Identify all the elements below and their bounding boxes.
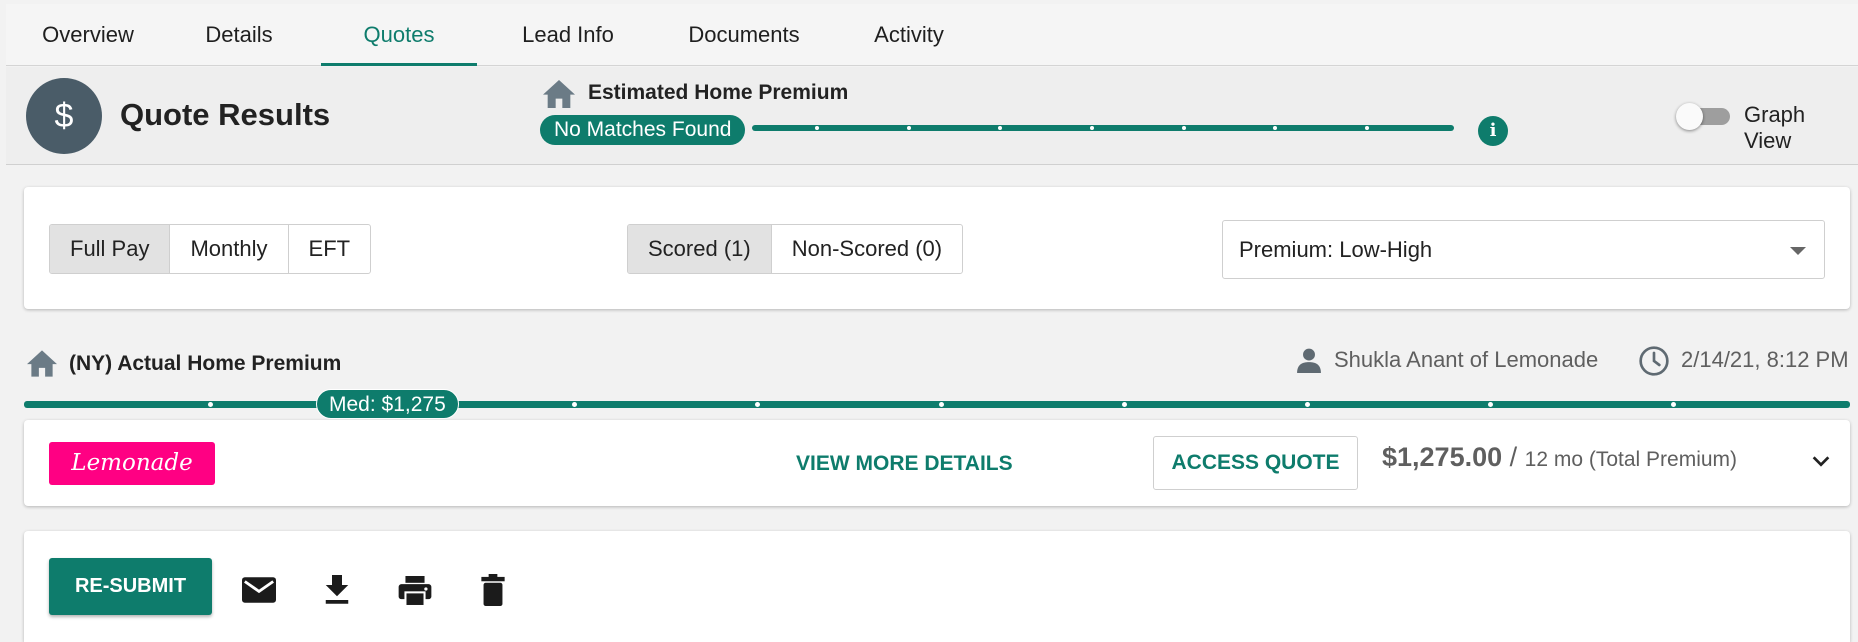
quote-results-header: $ Quote Results Estimated Home Premium N…	[6, 67, 1858, 165]
track-tick	[1182, 126, 1186, 130]
resubmit-button[interactable]: RE-SUBMIT	[49, 558, 212, 615]
track-tick	[572, 402, 577, 407]
lemonade-logo: Lemonade	[49, 442, 215, 485]
track-tick	[907, 126, 911, 130]
graph-view-toggle[interactable]	[1676, 103, 1734, 130]
estimated-premium-track	[752, 125, 1454, 131]
sort-select-value: Premium: Low-High	[1239, 237, 1433, 262]
chevron-down-icon[interactable]	[1810, 450, 1832, 472]
track-tick	[815, 126, 819, 130]
toggle-knob	[1676, 103, 1703, 130]
person-icon	[1297, 348, 1321, 373]
quote-timestamp: 2/14/21, 8:12 PM	[1681, 347, 1849, 372]
tab-activity[interactable]: Activity	[836, 4, 982, 66]
email-icon[interactable]	[242, 577, 276, 603]
median-premium-pill: Med: $1,275	[316, 389, 459, 419]
non-scored-button[interactable]: Non-Scored (0)	[772, 225, 962, 273]
access-quote-button[interactable]: ACCESS QUOTE	[1153, 436, 1358, 490]
premium-term: 12 mo (Total Premium)	[1524, 448, 1738, 471]
delete-icon[interactable]	[481, 574, 505, 606]
tab-overview[interactable]: Overview	[14, 4, 162, 66]
track-tick	[755, 402, 760, 407]
track-tick	[1365, 126, 1369, 130]
sort-select[interactable]: Premium: Low-High	[1222, 220, 1825, 279]
monthly-button[interactable]: Monthly	[170, 225, 289, 273]
home-icon	[543, 80, 575, 108]
actual-premium-track	[24, 401, 1850, 408]
tab-details[interactable]: Details	[168, 4, 310, 66]
track-tick	[998, 126, 1002, 130]
view-more-details-link[interactable]: VIEW MORE DETAILS	[796, 452, 1013, 476]
tab-lead-info[interactable]: Lead Info	[490, 4, 646, 66]
tab-documents[interactable]: Documents	[664, 4, 824, 66]
track-tick	[1273, 126, 1277, 130]
dropdown-caret-icon	[1790, 247, 1806, 255]
graph-view-label: Graph View	[1744, 102, 1806, 153]
track-tick	[1122, 402, 1127, 407]
download-icon[interactable]	[324, 575, 350, 605]
no-matches-pill: No Matches Found	[540, 115, 746, 145]
quote-card: Lemonade VIEW MORE DETAILS ACCESS QUOTE …	[24, 420, 1850, 506]
track-tick	[1090, 126, 1094, 130]
print-icon[interactable]	[398, 576, 432, 606]
home-icon	[27, 350, 57, 377]
track-tick	[208, 402, 213, 407]
price-separator: /	[1502, 442, 1525, 472]
agent-name: Shukla Anant of Lemonade	[1334, 347, 1599, 372]
dollar-badge-icon: $	[26, 78, 102, 154]
page-title: Quote Results	[120, 97, 331, 132]
estimated-premium-title: Estimated Home Premium	[588, 81, 849, 104]
payment-segmented-control: Full Pay Monthly EFT	[49, 224, 372, 274]
premium-summary: $1,275.00 / 12 mo (Total Premium)	[1382, 442, 1737, 473]
track-tick	[1488, 402, 1493, 407]
track-tick	[1671, 402, 1676, 407]
actual-premium-title: (NY) Actual Home Premium	[69, 352, 342, 375]
info-icon[interactable]: i	[1478, 116, 1508, 146]
track-tick	[939, 402, 944, 407]
full-pay-button[interactable]: Full Pay	[50, 225, 171, 273]
action-card: RE-SUBMIT	[24, 531, 1850, 642]
clock-icon	[1639, 346, 1669, 376]
filter-card: Full Pay Monthly EFT Scored (1) Non-Scor…	[24, 187, 1850, 309]
tab-bar: Overview Details Quotes Lead Info Docume…	[6, 4, 1858, 66]
scored-button[interactable]: Scored (1)	[628, 225, 772, 273]
premium-amount: $1,275.00	[1382, 442, 1503, 472]
tab-quotes[interactable]: Quotes	[321, 4, 477, 66]
score-segmented-control: Scored (1) Non-Scored (0)	[627, 224, 964, 274]
track-tick	[1305, 402, 1310, 407]
eft-button[interactable]: EFT	[289, 225, 371, 273]
